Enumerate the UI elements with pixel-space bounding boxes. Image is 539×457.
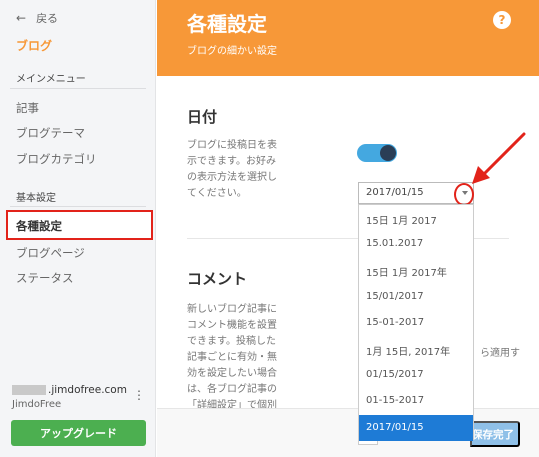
account-domain: .jimdofree.com [12,384,127,396]
date-section-title: 日付 [187,108,218,126]
date-format-option[interactable]: 01-15-2017 [359,388,473,414]
date-format-option[interactable]: 15-01-2017 [359,310,473,336]
redacted-block [12,385,46,395]
toggle-knob [380,145,396,161]
main-menu-label: メインメニュー [16,74,86,85]
basic-settings-label: 基本設定 [16,193,56,204]
page-title: 各種設定 [187,12,267,36]
date-format-option-selected[interactable]: 2017/01/15 [359,414,473,441]
sidebar-item-articles[interactable]: 記事 [16,100,39,116]
sidebar-item-blog-theme[interactable]: ブログテーマ [16,125,85,141]
date-format-option[interactable]: 15日 1月 2017年 [359,257,473,283]
sidebar-item-settings[interactable]: 各種設定 [6,210,153,240]
divider [10,206,146,207]
date-format-option[interactable]: 15日 1月 2017 [359,205,473,231]
upgrade-button[interactable]: アップグレード [11,420,146,446]
more-vertical-icon[interactable]: ⋮ [133,388,145,402]
annotation-arrow-icon [472,132,526,184]
help-icon[interactable]: ? [493,11,511,29]
date-display-toggle[interactable] [357,144,397,162]
date-format-option[interactable]: 01/15/2017 [359,362,473,388]
date-format-option[interactable]: 1月 15日, 2017年 [359,336,473,362]
sidebar-item-settings-label: 各種設定 [16,219,62,233]
sidebar: ← 戻る ブログ メインメニュー 記事 ブログテーマ ブログカテゴリ 基本設定 … [0,0,156,457]
date-section-description: ブログに投稿日を表 示できます。お好み の表示方法を選択し てください。 [187,140,277,199]
date-format-option[interactable]: 15/01/2017 [359,284,473,310]
sidebar-item-blog[interactable]: ブログ [16,37,52,54]
account-plan: JimdoFree [12,399,62,410]
back-label: 戻る [36,12,59,25]
page-header: 各種設定 ブログの細かい設定 ? [157,0,539,76]
arrow-left-icon: ← [16,11,27,25]
date-format-option[interactable]: 15.01.2017 [359,231,473,257]
sidebar-item-status[interactable]: ステータス [16,270,74,286]
sidebar-item-blog-page[interactable]: ブログページ [16,245,85,261]
comment-section-description: 新しいブログ記事に コメント機能を設置 できます。投稿した 記事ごとに有効・無 … [187,304,277,411]
page-subtitle: ブログの細かい設定 [187,46,277,57]
date-format-options: 15日 1月 2017 15.01.2017 15日 1月 2017年 15/0… [358,204,474,441]
save-button[interactable]: 保存完了 [470,421,520,447]
apply-text: ら適用す [480,348,520,359]
divider [10,88,146,89]
sidebar-item-blog-category[interactable]: ブログカテゴリ [16,151,97,167]
comment-section-title: コメント [187,270,248,288]
back-link[interactable]: ← 戻る [16,10,58,26]
